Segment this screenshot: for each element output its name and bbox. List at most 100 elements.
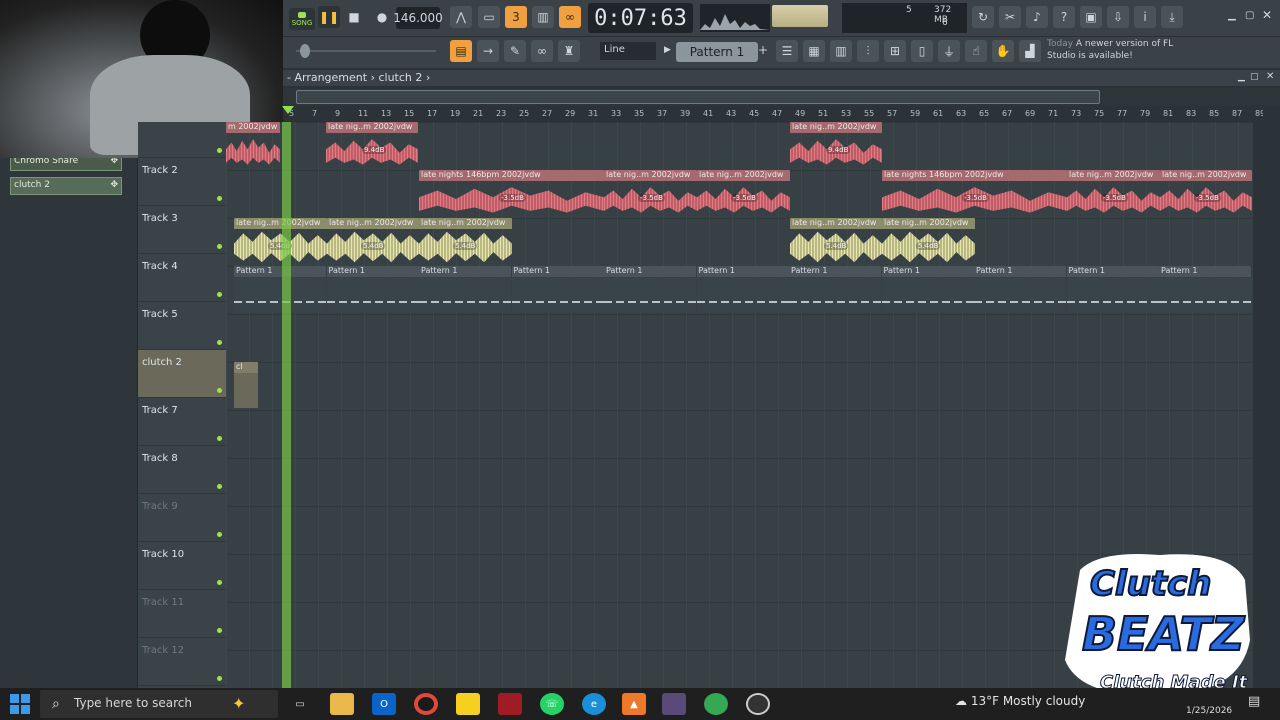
pattern-clip[interactable]: Pattern 1 (419, 266, 511, 312)
master-volume-meter[interactable] (772, 5, 828, 27)
metronome-icon[interactable]: ⋀ (450, 6, 472, 28)
whatsapp-icon[interactable]: ☏ (540, 693, 564, 715)
chrome-profile-icon[interactable] (662, 693, 686, 715)
audio-clip[interactable]: late nig..m 2002jvdw -3.5dB (1160, 170, 1252, 216)
audio-clip[interactable]: late nig..m 2002jvdw 5.4dB (327, 218, 419, 264)
play-icon[interactable]: ❚❚ (318, 6, 340, 28)
copilot-icon[interactable]: ✦ (232, 694, 245, 713)
channel-rack-icon[interactable]: ▦ (803, 40, 825, 62)
fl-studio-icon[interactable]: ▲ (622, 693, 646, 715)
snap-select[interactable]: Line (600, 42, 656, 60)
task-view-icon[interactable]: ▭ (288, 693, 312, 715)
stop-icon[interactable]: ■ (343, 6, 365, 28)
mute-led-icon[interactable] (217, 340, 222, 345)
window-min-icon[interactable]: ▁ (1238, 72, 1245, 82)
browser-icon[interactable]: ⊞ (884, 40, 906, 62)
pattern-clip[interactable]: Pattern 1 (326, 266, 419, 312)
mute-led-icon[interactable] (217, 292, 222, 297)
link-icon[interactable]: ∞ (531, 40, 553, 62)
pattern-selector[interactable]: Pattern 1 (676, 42, 758, 62)
track-header[interactable]: Track 8 (138, 446, 226, 494)
app-icon[interactable] (498, 693, 522, 715)
pattern-clip[interactable]: Pattern 1 (511, 266, 604, 312)
mute-led-icon[interactable] (217, 436, 222, 441)
audio-clip[interactable]: m 2002jvdwdB (226, 122, 280, 168)
weather-widget[interactable]: ☁ 13°F Mostly cloudy (955, 694, 1085, 708)
audio-clip[interactable]: late nig..m 2002jvdw 9.4dB (790, 122, 882, 168)
vertical-scrollbar[interactable] (1263, 122, 1280, 688)
arrow-right-icon[interactable]: → (477, 40, 499, 62)
record-icon[interactable]: ● (371, 6, 393, 28)
audio-clip[interactable]: late nig..m 2002jvdw -3.5dB (1067, 170, 1160, 216)
pattern-clip[interactable]: Pattern 1 (1159, 266, 1251, 312)
pattern-clip[interactable]: Pattern 1 (1066, 266, 1159, 312)
brush-icon[interactable]: ✎ (504, 40, 526, 62)
track-header[interactable]: Track 9 (138, 494, 226, 542)
mute-led-icon[interactable] (217, 676, 222, 681)
master-pitch-slider[interactable] (296, 44, 436, 58)
mute-led-icon[interactable] (217, 484, 222, 489)
audio-clip[interactable]: late nights 146bpm 2002jvdw -3.5dB (419, 170, 604, 216)
play-pattern-icon[interactable]: ▶ (664, 45, 671, 55)
close-icon[interactable]: ✕ (1262, 8, 1272, 22)
window-close-icon[interactable]: ✕ (1266, 71, 1274, 82)
pattern-clip[interactable]: Pattern 1 (789, 266, 881, 312)
audio-clip[interactable]: late nig..m 2002jvdw 5.4dB (419, 218, 512, 264)
pattern-clip[interactable]: Pattern 1 (881, 266, 974, 312)
outlook-icon[interactable]: O (372, 693, 396, 715)
help-icon[interactable]: ? (1053, 6, 1075, 28)
undo-icon[interactable]: ↻ (972, 6, 994, 28)
touch-icon[interactable]: ☝ (965, 40, 987, 62)
countdown-icon[interactable]: 3 (505, 6, 527, 28)
mute-led-icon[interactable] (217, 388, 222, 393)
track-header[interactable] (138, 110, 226, 158)
mute-led-icon[interactable] (217, 196, 222, 201)
pattern-clip[interactable]: cl (234, 362, 258, 408)
news-panel[interactable]: Today A newer version of FL Studio is av… (1047, 38, 1187, 66)
audio-clip[interactable]: late nig..m 2002jvdw 5.4dB (234, 218, 327, 264)
cart-icon[interactable]: ▟ (1019, 40, 1041, 62)
track-header[interactable]: Track 2 (138, 158, 226, 206)
faders-icon[interactable]: ⫶ (857, 40, 879, 62)
edge-icon[interactable]: e (582, 693, 606, 715)
chrome-alt-icon[interactable] (704, 693, 728, 715)
pattern-clip[interactable]: Pattern 1 (234, 266, 326, 312)
add-pattern-button[interactable]: + (758, 43, 768, 57)
maximize-icon[interactable]: ▢ (1245, 10, 1254, 21)
mute-led-icon[interactable] (217, 628, 222, 633)
download-icon[interactable]: ⤓ (1161, 6, 1183, 28)
cut-icon[interactable]: ✂ (999, 6, 1021, 28)
minimize-icon[interactable]: ▁ (1228, 10, 1236, 21)
wait-input-icon[interactable]: ▭ (478, 6, 500, 28)
mute-led-icon[interactable] (217, 532, 222, 537)
track-header[interactable]: Track 3 (138, 206, 226, 254)
stamp-icon[interactable]: ♜ (558, 40, 580, 62)
browser-item[interactable]: clutch 2 ✥ (10, 177, 122, 195)
track-header[interactable]: Track 5 (138, 302, 226, 350)
mixer-icon[interactable]: ▥ (830, 40, 852, 62)
piano-roll-icon[interactable]: ▤ (450, 40, 472, 62)
audio-clip[interactable]: late nights 146bpm 2002jvdw -3.5dB (882, 170, 1067, 216)
sticky-notes-icon[interactable] (456, 693, 480, 715)
mute-led-icon[interactable] (217, 244, 222, 249)
pattern-clip[interactable]: Pattern 1 (696, 266, 789, 312)
track-header[interactable]: Track 11 (138, 590, 226, 638)
song-mode-toggle[interactable]: SONG (289, 8, 315, 30)
audio-clip[interactable]: late nig..m 2002jvdw 5.4dB (790, 218, 882, 264)
hand-icon[interactable]: ✋ (992, 40, 1014, 62)
audio-clip[interactable]: late nig..m 2002jvdw 5.4dB (882, 218, 975, 264)
windows-start-icon[interactable] (10, 694, 30, 714)
mute-led-icon[interactable] (217, 148, 222, 153)
plug-icon[interactable]: ⏚ (938, 40, 960, 62)
clock-date[interactable]: 1/25/2026 (1186, 706, 1232, 716)
track-header[interactable]: Track 12 (138, 638, 226, 686)
pattern-clip[interactable]: Pattern 1 (604, 266, 696, 312)
loop-record-icon[interactable]: ∞ (559, 6, 581, 28)
window-max-icon[interactable]: ▢ (1250, 72, 1259, 82)
microphone-icon[interactable]: ♪ (1026, 6, 1048, 28)
mute-led-icon[interactable] (217, 580, 222, 585)
notification-icon[interactable]: ▤ (1248, 694, 1260, 709)
playhead[interactable] (282, 122, 291, 688)
pattern-clip[interactable]: Pattern 1 (974, 266, 1066, 312)
track-header[interactable]: Track 7 (138, 398, 226, 446)
